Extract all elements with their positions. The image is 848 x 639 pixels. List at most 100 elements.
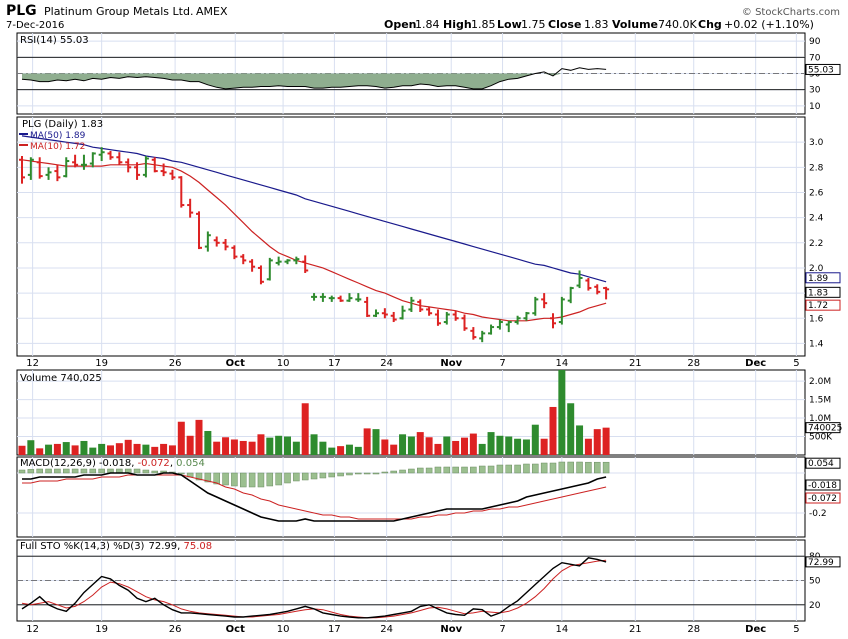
macd-histogram-bar [434,466,442,474]
volume-legend: Volume 740,025 [20,373,102,384]
volume-bar [89,447,97,455]
volume-bar [505,436,513,455]
rsi-legend: RSI(14) 55.03 [20,35,89,46]
macd-legend-macd: -0.018 [99,458,131,469]
macd-histogram-bar [532,463,539,474]
price-ytick: 1.4 [809,339,824,349]
date-tick-label: Dec [745,624,766,635]
volume-bar [45,444,53,455]
macd-histogram-bar [310,472,318,480]
macd-histogram-bar [576,461,583,474]
volume-value: 740.0K [658,18,697,31]
macd-histogram-bar [293,472,300,482]
macd-histogram-bar [523,463,530,474]
exchange-name: AMEX [196,5,228,18]
volume-bar [124,439,132,455]
volume-bar [416,432,424,455]
volume-bar [407,436,415,455]
macd-histogram-bar [549,462,557,474]
sto-legend: Full STO %K(14,3) %D(3) 72.99, 75.08 [20,541,212,552]
price-ytick: 2.4 [809,214,824,224]
macd-legend-label: MACD(12,26,9) [20,458,96,469]
price-ytick: 3.0 [809,138,824,148]
volume-bar [531,424,539,455]
volume-bar [310,434,318,455]
macd-legend-hist: 0.054 [176,458,205,469]
macd-histogram-bar [443,466,451,474]
macd-histogram-bar [36,468,43,474]
macd-histogram-bar [540,462,548,474]
volume-bar [381,439,389,455]
date-tick-label: 19 [95,358,108,369]
macd-histogram-bar [284,472,291,484]
macd-histogram-bar [567,461,574,474]
volume-bar [425,437,433,455]
volume-bar [390,444,398,455]
rsi-value-tag: 55.03 [805,63,841,75]
open-label: Open [384,18,417,31]
date-tick-label: 28 [687,358,700,369]
volume-bar [461,437,468,455]
macd-histogram-bar [390,470,397,474]
sto-legend-d: 75.08 [183,541,212,552]
macd-histogram-bar [275,472,282,486]
macd-histogram-bar [80,468,88,474]
volume-bar [133,443,141,455]
macd-histogram-bar [98,468,105,474]
volume-bar [71,445,79,455]
macd-histogram-bar [585,461,592,474]
price-ytick: 2.8 [809,163,824,173]
price-1-value-tag: 1.83 [805,286,841,298]
macd-histogram-bar [594,461,601,474]
volume-bar [98,443,106,455]
macd-histogram-bar [346,472,353,476]
macd-histogram-bar [27,469,35,474]
volume-bar [487,432,495,455]
macd-histogram-bar [470,466,477,474]
date-tick-label: 10 [277,358,290,369]
chart-header: PLG Platinum Group Metals Ltd. AMEX 7-De… [6,3,840,31]
sto-ytick: 50 [809,577,821,587]
macd-histogram-bar [461,466,468,474]
volume-bar [372,429,380,455]
date-tick-label: 28 [687,624,700,635]
date-tick-label: 24 [380,358,393,369]
macd-0-value-tag: 0.054 [805,457,841,469]
high-value: 1.85 [471,18,496,31]
volume-bar [602,427,610,455]
price-ytick: 2.6 [809,188,824,198]
watermark: © StockCharts.com [742,7,840,18]
sto-value-tag-text: 72.99 [808,558,834,568]
macd-histogram-bar [231,472,238,487]
close-label: Close [548,18,581,31]
date-tick-label: Nov [440,358,462,369]
volume-value-tag-text: 740025 [808,424,842,434]
volume-ytick: 1.5M [809,396,831,406]
panels: 90 70 50 30 10 55.03 RSI(14) 55.03 3.0 2.8 2.6 2.4… [16,32,842,622]
date-tick-label: 7 [499,624,505,635]
volume-bar [18,445,26,455]
volume-bar [399,434,407,455]
price-1-value-tag-text: 1.83 [808,288,828,298]
macd-histogram-bar [151,470,158,474]
macd-1-value-tag: -0.018 [805,479,841,491]
macd-histogram-bar [54,468,61,474]
macd-histogram-bar [381,471,389,474]
volume-bar [522,439,530,455]
volume-bar [36,448,44,455]
volume-bar [354,446,362,455]
volume-bar [115,443,123,455]
volume-bar [434,443,442,455]
date-tick-label: 17 [328,358,341,369]
ma50-legend: MA(50) 1.89 [30,131,86,141]
macd-histogram-bar [505,464,512,474]
low-value: 1.75 [521,18,546,31]
macd-histogram-bar [133,468,141,474]
date-tick-label: Dec [745,358,766,369]
sto-value-tag: 72.99 [805,556,841,568]
volume-ytick: 2.0M [809,377,831,387]
macd-histogram-bar [319,472,327,479]
macd-histogram-bar [425,467,433,474]
volume-bar [53,443,61,455]
volume-bar [275,435,283,455]
